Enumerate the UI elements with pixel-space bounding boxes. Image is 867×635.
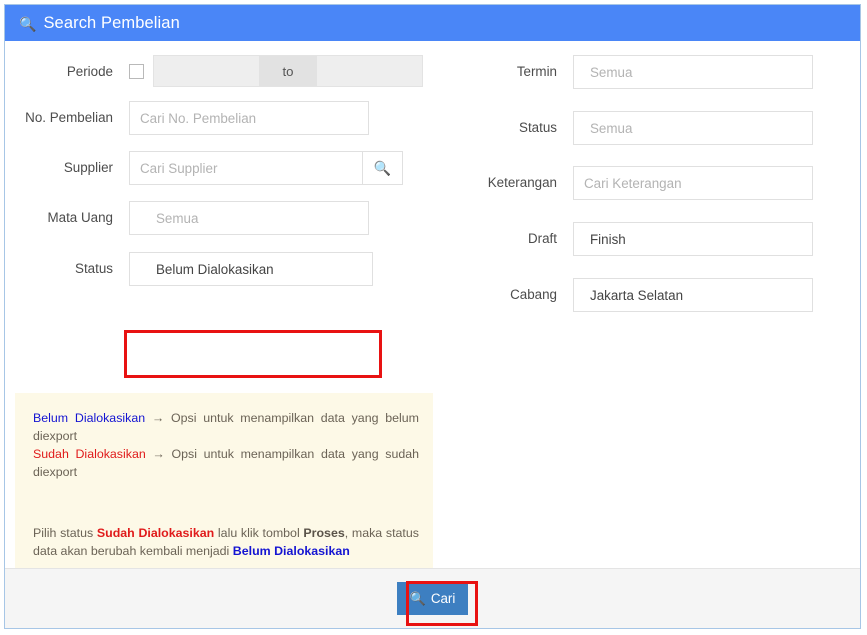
- note-paragraph-2: Sudah Dialokasikan → Opsi untuk menampil…: [33, 445, 419, 481]
- highlight-box-status: [124, 330, 382, 378]
- search-submit-label: Cari: [430, 591, 456, 606]
- keterangan-input[interactable]: Cari Keterangan: [573, 166, 813, 200]
- search-panel: 🔍 Search Pembelian Periode to No. Pembel…: [4, 4, 861, 629]
- field-cabang: Cabang Jakarta Selatan: [445, 278, 855, 312]
- form-column-left: Periode to No. Pembelian Cari No. Pembel…: [5, 55, 445, 326]
- cabang-select[interactable]: Jakarta Selatan: [573, 278, 813, 312]
- note-paragraph-1: Belum Dialokasikan → Opsi untuk menampil…: [33, 409, 419, 445]
- field-status-right: Status Semua: [445, 111, 855, 145]
- note-term-sudah: Sudah Dialokasikan: [33, 447, 146, 461]
- search-icon: 🔍: [373, 159, 392, 176]
- info-note-box: Belum Dialokasikan → Opsi untuk menampil…: [15, 393, 433, 579]
- periode-end-input[interactable]: [317, 56, 422, 86]
- periode-daterange-input[interactable]: to: [153, 55, 423, 87]
- note-paragraph-3: Pilih status Sudah Dialokasikan lalu kli…: [33, 524, 419, 560]
- mata-uang-label: Mata Uang: [47, 210, 113, 225]
- periode-separator: to: [259, 56, 317, 86]
- periode-checkbox[interactable]: [129, 63, 144, 79]
- termin-select[interactable]: Semua: [573, 55, 813, 89]
- mata-uang-select[interactable]: Semua: [129, 201, 369, 235]
- search-icon: 🔍: [409, 590, 426, 606]
- search-icon: 🔍: [19, 15, 37, 32]
- no-pembelian-label: No. Pembelian: [25, 110, 113, 125]
- note-p2-term-proses: Proses: [303, 526, 345, 540]
- note-term-belum: Belum Dialokasikan: [33, 411, 146, 425]
- termin-label: Termin: [516, 64, 557, 79]
- panel-body: Periode to No. Pembelian Cari No. Pembel…: [5, 41, 860, 579]
- note-p2-term-belum: Belum Dialokasikan: [232, 544, 350, 558]
- periode-start-input[interactable]: [154, 56, 259, 86]
- supplier-select[interactable]: Cari Supplier: [129, 151, 363, 185]
- draft-select[interactable]: Finish: [573, 222, 813, 256]
- supplier-label: Supplier: [63, 160, 113, 175]
- periode-label: Periode: [66, 64, 113, 79]
- draft-label: Draft: [527, 231, 557, 246]
- keterangan-label: Keterangan: [487, 175, 557, 190]
- field-periode: Periode to: [5, 55, 445, 87]
- panel-footer: 🔍 Cari: [5, 568, 860, 628]
- status-right-label: Status: [519, 120, 557, 135]
- note-arrow-1: →: [151, 411, 165, 425]
- field-draft: Draft Finish: [445, 222, 855, 256]
- status-right-select[interactable]: Semua: [573, 111, 813, 145]
- field-supplier: Supplier Cari Supplier 🔍: [5, 151, 445, 185]
- cabang-label: Cabang: [510, 287, 557, 302]
- note-p2-a: Pilih status: [33, 526, 94, 540]
- status-left-label: Status: [75, 261, 113, 276]
- field-mata-uang: Mata Uang Semua: [5, 201, 445, 235]
- form-columns: Periode to No. Pembelian Cari No. Pembel…: [5, 41, 860, 326]
- status-left-select[interactable]: Belum Dialokasikan: [129, 252, 373, 286]
- note-arrow-2: →: [152, 447, 165, 461]
- supplier-search-button[interactable]: 🔍: [363, 151, 403, 185]
- field-no-pembelian: No. Pembelian Cari No. Pembelian: [5, 101, 445, 135]
- form-column-right: Termin Semua Status Semua Keterangan Car…: [445, 55, 855, 326]
- field-termin: Termin Semua: [445, 55, 855, 89]
- panel-header: 🔍 Search Pembelian: [5, 5, 860, 41]
- note-p2-b: lalu klik tombol: [217, 526, 300, 540]
- note-p2-term-sudah: Sudah Dialokasikan: [96, 526, 215, 540]
- field-keterangan: Keterangan Cari Keterangan: [445, 166, 855, 200]
- search-submit-button[interactable]: 🔍 Cari: [396, 582, 469, 615]
- field-status-left: Status Belum Dialokasikan: [5, 252, 445, 286]
- no-pembelian-input[interactable]: Cari No. Pembelian: [129, 101, 369, 135]
- page-title: Search Pembelian: [43, 13, 180, 32]
